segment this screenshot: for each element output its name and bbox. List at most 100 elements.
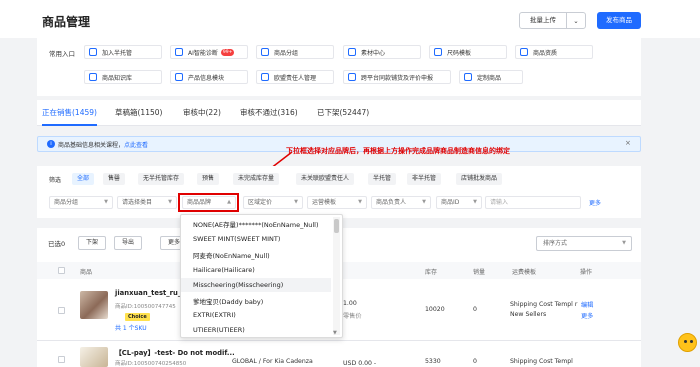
shipping-template: Shipping Cost Templ xyxy=(510,358,573,365)
quick-link-size-template[interactable]: 尺码模板 xyxy=(429,45,507,59)
select-label: 商品负责人 xyxy=(376,199,407,206)
batch-upload-button[interactable]: 批量上传 ⌄ xyxy=(519,12,586,29)
filter-chip-no-stock[interactable]: 无半托管库存 xyxy=(138,173,185,185)
filter-chip-wholesale[interactable]: 店铺批发商品 xyxy=(456,173,503,185)
row-checkbox[interactable] xyxy=(58,307,65,314)
brand-option[interactable]: Hailicare(Hailicare) xyxy=(193,266,255,274)
page-title: 商品管理 xyxy=(42,15,91,29)
quick-link-knowledge-base[interactable]: 商品知识库 xyxy=(84,70,162,84)
col-sales: 销量 xyxy=(473,269,486,276)
more-filters-link[interactable]: 更多 xyxy=(589,198,601,207)
quick-link-label: 加入半托管 xyxy=(102,49,133,57)
cross-platform-icon xyxy=(348,73,356,81)
selected-count: 已选0 xyxy=(48,240,66,248)
quick-link-cross-platform[interactable]: 跨平台同款铺货及评价申报 xyxy=(343,70,451,84)
regional-pricing-select[interactable]: 区域定价 ▼ xyxy=(243,196,303,209)
price: USD 0.00 - xyxy=(343,360,377,367)
filter-chip-incomplete-stock[interactable]: 未完成库存量 xyxy=(233,173,280,185)
filter-chip-no-eu-responsible[interactable]: 未关联欧盟责任人 xyxy=(296,173,355,185)
highlight-box xyxy=(178,193,239,212)
sort-label: 排序方式 xyxy=(543,240,568,247)
quick-link-qualification[interactable]: 商品资质 xyxy=(515,45,593,59)
custom-icon xyxy=(464,73,472,81)
quick-link-label: 商品分组 xyxy=(274,49,299,57)
filter-label: 筛选 xyxy=(49,177,62,184)
more-link[interactable]: 更多 xyxy=(581,311,593,320)
info-icon: i xyxy=(47,140,55,148)
quick-link-label: 产品信息模块 xyxy=(188,74,225,82)
dropdown-scrollbar[interactable] xyxy=(333,217,340,335)
select-label: 区域定价 xyxy=(248,199,273,206)
batch-upload-label[interactable]: 批量上传 xyxy=(520,13,567,28)
sales: 0 xyxy=(473,358,477,365)
half-managed-icon xyxy=(89,48,97,56)
category-select[interactable]: 请选择类目 ▼ xyxy=(117,196,177,209)
product-owner-select[interactable]: 商品负责人 ▼ xyxy=(371,196,431,209)
filter-chip-all[interactable]: 全部 xyxy=(72,173,95,185)
product-id: 商品ID:100500740254850 xyxy=(115,361,187,367)
quick-link-label: 跨平台同款铺货及评价申报 xyxy=(361,74,434,82)
search-input[interactable]: 请输入 xyxy=(485,196,581,209)
stock: 10020 xyxy=(425,306,445,313)
edit-link[interactable]: 编辑 xyxy=(581,300,593,309)
shipping-template-select[interactable]: 运营模板 ▼ xyxy=(307,196,367,209)
quick-link-half-managed[interactable]: 加入半托管 xyxy=(84,45,162,59)
product-group-select[interactable]: 商品分组 ▼ xyxy=(49,196,113,209)
tab-review-failed[interactable]: 审核不通过(316) xyxy=(240,107,298,118)
tab-on-sale[interactable]: 正在销售(1459) xyxy=(42,107,97,118)
brand-option[interactable]: 阿麦奇(NoEnName_Null) xyxy=(193,250,270,260)
group-icon xyxy=(261,48,269,56)
close-icon[interactable]: × xyxy=(625,139,631,147)
tab-under-review[interactable]: 审核中(22) xyxy=(183,107,221,118)
ai-icon xyxy=(175,48,183,56)
tab-delisted[interactable]: 已下架(52447) xyxy=(317,107,369,118)
tab-drafts[interactable]: 草稿箱(1150) xyxy=(115,107,162,118)
filter-chip-sold-out[interactable]: 售罄 xyxy=(103,173,126,185)
product-title[interactable]: 【CL-pay】-test- Do not modif... xyxy=(115,347,235,357)
chevron-down-icon[interactable]: ⌄ xyxy=(567,17,585,25)
ruler-icon xyxy=(434,48,442,56)
product-thumbnail[interactable] xyxy=(80,347,108,367)
brand-option[interactable]: NONE(AE存量)*******(NoEnName_Null) xyxy=(193,219,318,229)
active-tab-indicator xyxy=(42,124,97,126)
filter-chip-non-half-managed[interactable]: 非半托管 xyxy=(407,173,442,185)
choice-badge: Choice xyxy=(125,313,150,321)
brand-option[interactable]: UTIEER(UTIEER) xyxy=(193,326,245,334)
quick-link-product-group[interactable]: 商品分组 xyxy=(256,45,334,59)
product-id-select[interactable]: 商品ID ▼ xyxy=(436,196,482,209)
quick-link-material-center[interactable]: 素材中心 xyxy=(343,45,421,59)
assistant-mascot-icon[interactable] xyxy=(678,333,697,352)
brand-option[interactable]: SWEET MINT(SWEET MINT) xyxy=(193,235,280,243)
quick-link-ai-diagnosis[interactable]: AI智能诊断 99+ xyxy=(170,45,248,59)
scrollbar-thumb[interactable] xyxy=(334,219,339,233)
delist-button[interactable]: 下架 xyxy=(78,236,107,250)
brand-option[interactable]: 爹地宝贝(Daddy baby) xyxy=(193,296,263,306)
row-checkbox[interactable] xyxy=(58,356,65,363)
product-thumbnail[interactable] xyxy=(80,291,108,319)
scroll-down-icon[interactable]: ▼ xyxy=(333,330,337,336)
brand-option[interactable]: EXTRI(EXTRI) xyxy=(193,311,236,319)
quick-link-custom-product[interactable]: 定制商品 xyxy=(459,70,523,84)
col-stock: 库存 xyxy=(425,269,438,276)
info-text: 商品基础信息相关课程，点此查看 xyxy=(58,140,148,149)
quick-link-label: 商品资质 xyxy=(533,49,558,57)
col-actions: 操作 xyxy=(580,269,593,276)
product-id: 商品ID:100500747745 xyxy=(115,304,176,310)
quick-link-product-info-module[interactable]: 产品信息模块 xyxy=(170,70,248,84)
filter-chip-half-managed[interactable]: 半托管 xyxy=(368,173,397,185)
export-button[interactable]: 导出 xyxy=(114,236,143,250)
col-product: 商品 xyxy=(80,269,93,276)
publish-button[interactable]: 发布商品 xyxy=(597,12,641,29)
info-link[interactable]: 点此查看 xyxy=(124,142,148,149)
annotation-text: 下拉框选择对应品牌后，再根据上方操作完成品牌商品制造商信息的绑定 xyxy=(286,147,510,155)
chevron-down-icon: ▼ xyxy=(168,199,172,205)
select-all-checkbox[interactable] xyxy=(58,267,65,274)
sort-select[interactable]: 排序方式 ▼ xyxy=(536,236,632,251)
row-divider xyxy=(37,340,641,341)
filter-chip-presale[interactable]: 预售 xyxy=(197,173,220,185)
price-note: 零售价 xyxy=(343,313,362,320)
brand-option[interactable]: Misscheering(Misscheering) xyxy=(193,281,283,289)
quick-link-eu-responsible[interactable]: 欧盟责任人管理 xyxy=(256,70,334,84)
sku-count-link[interactable]: 共 1 个SKU xyxy=(115,323,147,332)
quick-link-label: 素材中心 xyxy=(361,49,386,57)
